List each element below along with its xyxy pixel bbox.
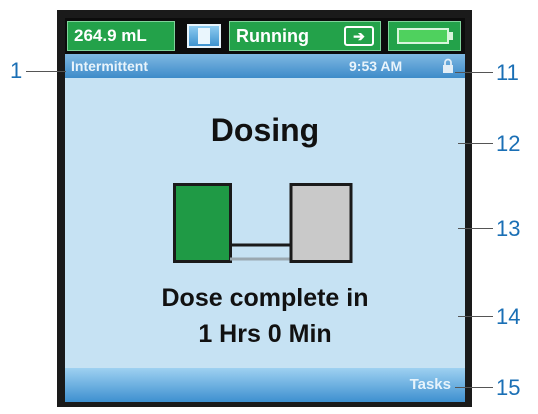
run-state-panel: Running ➔	[229, 21, 381, 51]
callout-11: 11	[496, 60, 519, 85]
dose-remaining-block	[289, 183, 353, 263]
callout-11-line	[455, 72, 493, 73]
softkey-bar: Tasks	[65, 368, 465, 402]
mode-bar: Intermittent 9:53 AM	[65, 54, 465, 78]
clock: 9:53 AM	[349, 58, 403, 74]
flow-arrow-icon: ➔	[344, 26, 374, 46]
callout-14-line	[458, 316, 493, 317]
tasks-softkey[interactable]: Tasks	[410, 376, 451, 393]
iv-bag-icon	[187, 24, 221, 48]
callout-12-line	[458, 143, 493, 144]
callout-15-line	[455, 387, 493, 388]
infusion-mode: Intermittent	[71, 58, 148, 74]
pump-screen: 264.9 mL Running ➔ Intermittent 9:53 AM …	[65, 18, 465, 402]
callout-12: 12	[496, 131, 521, 156]
callout-15: 15	[496, 375, 521, 400]
battery-panel	[388, 21, 461, 51]
callout-1-line	[26, 71, 66, 72]
status-bar: 264.9 mL Running ➔	[65, 18, 465, 54]
dose-message-line1: Dose complete in	[161, 284, 369, 312]
callout-13: 13	[496, 216, 521, 241]
callout-14: 14	[496, 304, 521, 329]
dose-progress-graphic	[173, 183, 353, 263]
dose-time-remaining: 1 Hrs 0 Min	[198, 320, 332, 348]
callout-13-line	[458, 228, 493, 229]
battery-tip	[449, 32, 453, 40]
screen-title: Dosing	[210, 112, 320, 148]
volume-infused: 264.9 mL	[67, 21, 175, 51]
battery-icon	[397, 28, 449, 44]
run-state-label: Running	[236, 26, 309, 46]
callout-1: 1	[10, 58, 23, 83]
dose-complete-block	[173, 183, 232, 263]
lock-icon	[443, 58, 453, 73]
